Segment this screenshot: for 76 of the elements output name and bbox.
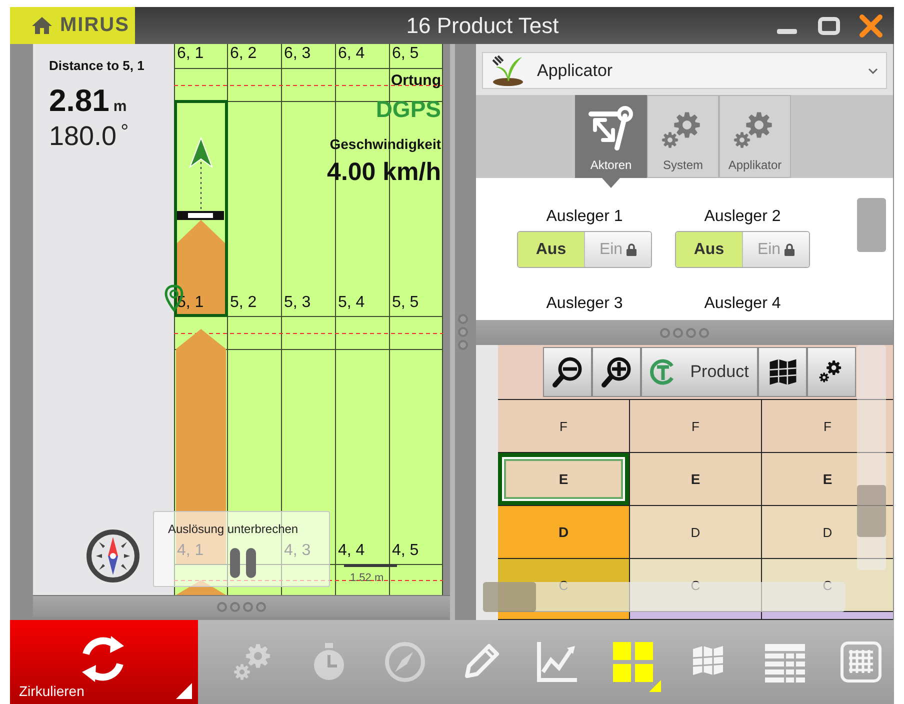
heading-value: 180.0 bbox=[49, 121, 117, 152]
circulate-button[interactable]: Zirkulieren bbox=[10, 620, 198, 704]
cell-label: 6, 1 bbox=[177, 45, 204, 63]
splitter-handle[interactable] bbox=[476, 320, 893, 345]
table-cell[interactable]: D bbox=[762, 506, 893, 559]
minimize-icon bbox=[777, 29, 797, 34]
positioning-label: Ortung bbox=[391, 72, 441, 89]
actuator-arm-icon bbox=[587, 106, 635, 152]
cell-label: 4, 5 bbox=[392, 542, 419, 560]
scrollbar-thumb[interactable] bbox=[483, 582, 536, 612]
chevron-down-icon bbox=[868, 68, 878, 74]
brand-name: MIRUS bbox=[60, 14, 130, 37]
pause-icon bbox=[228, 547, 258, 579]
pause-label: Auslösung unterbrechen bbox=[168, 522, 298, 536]
applicator-dropdown[interactable]: Applicator bbox=[482, 52, 887, 89]
scrollbar-thumb[interactable] bbox=[857, 485, 886, 537]
close-icon bbox=[859, 14, 883, 38]
zoom-out-button[interactable] bbox=[543, 347, 592, 397]
scrollbar-track[interactable] bbox=[483, 582, 845, 612]
cell-label: 6, 3 bbox=[284, 45, 311, 63]
table-cell[interactable] bbox=[498, 612, 630, 620]
settings-button[interactable] bbox=[807, 347, 856, 397]
cell-label: 4, 1 bbox=[177, 542, 204, 560]
table-cell[interactable]: F bbox=[498, 400, 630, 453]
scrollbar-thumb[interactable] bbox=[857, 198, 886, 252]
cell-label: 6, 2 bbox=[230, 45, 257, 63]
home-icon bbox=[32, 17, 52, 34]
zoom-in-button[interactable] bbox=[592, 347, 641, 397]
cell-label: 6, 4 bbox=[338, 45, 365, 63]
zoom-out-icon bbox=[552, 356, 584, 388]
scrollbar-track[interactable] bbox=[857, 345, 886, 570]
table-cell[interactable]: D bbox=[498, 506, 630, 559]
scale-bar bbox=[344, 564, 397, 567]
cell-label: 4, 4 bbox=[338, 542, 365, 560]
boom-label: Ausleger 4 bbox=[704, 295, 781, 313]
table-cell[interactable] bbox=[630, 612, 762, 620]
boom-label: Ausleger 3 bbox=[546, 295, 623, 313]
boom-label: Ausleger 2 bbox=[704, 208, 781, 226]
compass-icon bbox=[85, 528, 141, 584]
corner-mark-icon bbox=[176, 683, 192, 699]
lock-icon bbox=[626, 243, 637, 256]
cell-label: 5, 2 bbox=[230, 294, 257, 312]
map-icon bbox=[768, 357, 798, 387]
table-cell[interactable]: E bbox=[630, 453, 762, 506]
cell-label: 6, 5 bbox=[392, 45, 419, 63]
zoom-in-icon bbox=[600, 356, 632, 388]
cell-label: 5, 3 bbox=[284, 294, 311, 312]
table-cell[interactable]: E bbox=[498, 453, 630, 506]
tab[interactable]: Applikator bbox=[719, 95, 791, 178]
cell-label: 5, 5 bbox=[392, 294, 419, 312]
selection-pointer-icon bbox=[602, 178, 620, 188]
corner-mark-icon bbox=[649, 680, 661, 692]
table-cell[interactable]: F bbox=[762, 400, 893, 453]
product-button[interactable]: Product bbox=[641, 347, 758, 397]
drag-handle[interactable] bbox=[33, 595, 450, 617]
table-cell[interactable]: E bbox=[762, 453, 893, 506]
table-cell[interactable] bbox=[762, 612, 893, 620]
lock-icon bbox=[784, 243, 795, 256]
cell-label: 5, 4 bbox=[338, 294, 365, 312]
scale-label: 1.52 m bbox=[350, 572, 384, 584]
tiles-icon bbox=[613, 642, 653, 682]
cell-label: 4, 3 bbox=[284, 542, 311, 560]
distance-unit: m bbox=[113, 98, 127, 115]
tab[interactable]: Aktoren bbox=[575, 95, 647, 178]
window-title: 16 Product Test bbox=[405, 12, 560, 38]
on-off-switch[interactable]: Aus Ein bbox=[517, 231, 652, 268]
on-off-switch[interactable]: Aus Ein bbox=[675, 231, 810, 268]
boom-label: Ausleger 1 bbox=[546, 208, 623, 226]
distance-label: Distance to 5, 1 bbox=[49, 58, 146, 73]
tab[interactable]: System bbox=[647, 95, 719, 178]
sprout-icon bbox=[491, 54, 525, 86]
heading-unit: ° bbox=[120, 121, 129, 144]
map-button[interactable] bbox=[758, 347, 807, 397]
distance-value: 2.81 bbox=[49, 83, 110, 119]
table-cell[interactable]: F bbox=[630, 400, 762, 453]
table-cell[interactable]: D bbox=[630, 506, 762, 559]
